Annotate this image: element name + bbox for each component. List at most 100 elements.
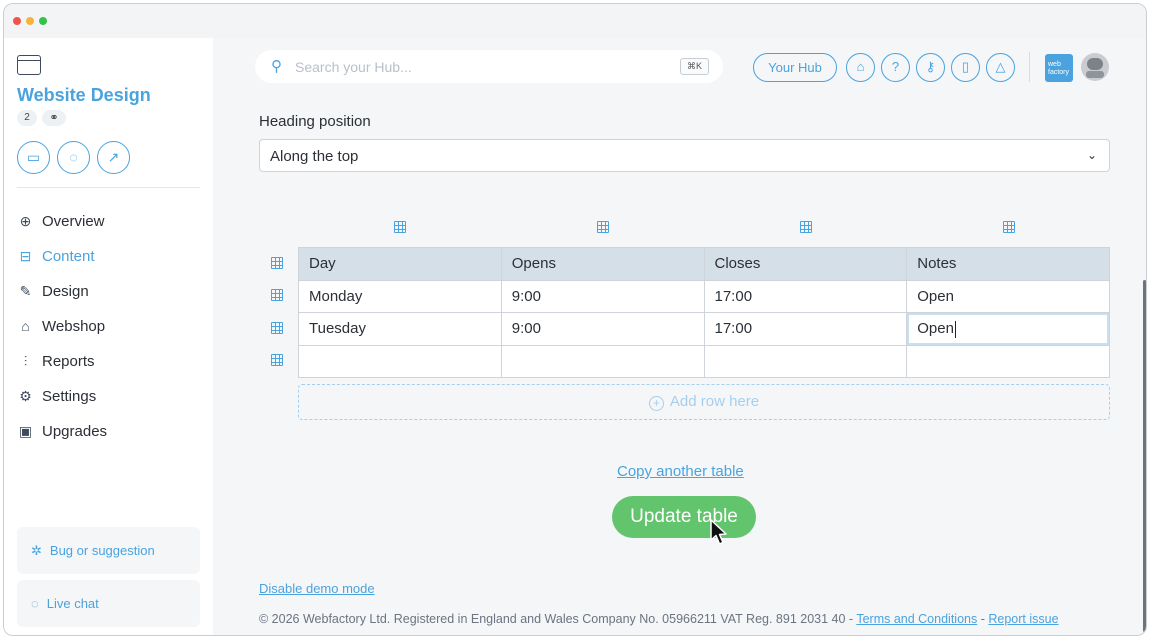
toolbar-divider xyxy=(1029,52,1030,82)
cell-text: Open xyxy=(917,319,954,337)
table-header-cell[interactable]: Day xyxy=(298,247,502,281)
webfactory-logo[interactable]: web factory xyxy=(1045,54,1073,82)
table-cell[interactable]: 9:00 xyxy=(500,312,705,346)
scrollbar[interactable] xyxy=(1143,280,1146,632)
title-bar xyxy=(4,4,1146,38)
sidebar-item-label: Upgrades xyxy=(42,422,108,440)
table-row xyxy=(298,344,1110,378)
row-handle-icon[interactable] xyxy=(271,322,285,336)
search-bar[interactable]: ⚲ ⌘K xyxy=(255,50,723,83)
table-cell[interactable] xyxy=(906,344,1110,378)
sidebar-item-reports[interactable]: ⫶ Reports xyxy=(17,350,95,372)
globe-icon: ⊕ xyxy=(19,212,32,229)
search-icon: ⚲ xyxy=(271,58,282,75)
maximize-window-button[interactable] xyxy=(39,17,47,25)
sidebar-item-label: Overview xyxy=(42,212,105,230)
column-handle-icon[interactable] xyxy=(394,221,408,235)
add-row-label: Add row here xyxy=(669,393,760,410)
opening-hours-table: Day Opens Closes Notes Monday 9:00 17:00… xyxy=(298,247,1110,378)
link-icon[interactable]: ⚭ xyxy=(42,110,66,126)
sidebar-item-label: Design xyxy=(42,282,89,300)
table-cell[interactable] xyxy=(703,344,908,378)
sidebar-item-overview[interactable]: ⊕ Overview xyxy=(17,210,105,232)
column-handle-icon[interactable] xyxy=(800,221,814,235)
sidebar-item-label: Content xyxy=(42,247,95,265)
table-header-cell[interactable]: Opens xyxy=(500,247,705,281)
table-cell[interactable]: 17:00 xyxy=(703,279,908,313)
folder-icon: ▭ xyxy=(26,149,41,165)
bug-report-label: Bug or suggestion xyxy=(49,543,155,558)
design-icon: ✎ xyxy=(19,282,32,299)
table-cell[interactable] xyxy=(298,344,502,378)
search-input[interactable] xyxy=(295,56,665,77)
mouse-pointer-icon xyxy=(710,519,727,545)
copy-table-link[interactable]: Copy another table xyxy=(617,463,744,480)
sidebar: Website Design 2 ⚭ ▭ ◌ ↗ ⊕ Overview ⊟ Co… xyxy=(4,38,213,635)
text-caret xyxy=(954,320,956,338)
sidebar-item-webshop[interactable]: ⌂ Webshop xyxy=(17,315,105,337)
table-cell[interactable]: Monday xyxy=(298,279,502,313)
gear-icon: ⚙ xyxy=(19,387,32,404)
column-handle-icon[interactable] xyxy=(1003,221,1017,235)
key-button[interactable]: ⚷ xyxy=(916,53,945,82)
sidebar-item-upgrades[interactable]: ▣ Upgrades xyxy=(17,420,107,442)
site-title: Website Design xyxy=(17,85,151,105)
report-issue-link[interactable]: Report issue xyxy=(988,612,1058,626)
user-avatar[interactable] xyxy=(1081,53,1109,81)
row-handle-icon[interactable] xyxy=(271,354,285,368)
row-handle-icon[interactable] xyxy=(271,289,285,303)
table-cell-editing[interactable]: Open xyxy=(906,312,1110,346)
table-cell[interactable]: Tuesday xyxy=(298,312,502,346)
plus-circle-icon: + xyxy=(648,396,664,411)
sidebar-item-design[interactable]: ✎ Design xyxy=(17,280,89,302)
bookmark-button[interactable]: ▯ xyxy=(951,53,980,82)
live-chat-label: Live chat xyxy=(46,596,99,611)
terms-link[interactable]: Terms and Conditions xyxy=(856,612,977,626)
app-window: Website Design 2 ⚭ ▭ ◌ ↗ ⊕ Overview ⊟ Co… xyxy=(3,3,1147,636)
heading-position-value: Along the top xyxy=(270,148,359,165)
close-window-button[interactable] xyxy=(13,17,21,25)
live-chat-button[interactable]: ◌ Live chat xyxy=(17,580,200,627)
count-badge: 2 xyxy=(17,110,37,126)
shop-button[interactable]: ⌂ xyxy=(846,53,875,82)
help-button[interactable]: ? xyxy=(881,53,910,82)
table-header-cell[interactable]: Notes xyxy=(906,247,1110,281)
sidebar-item-label: Settings xyxy=(42,387,97,405)
table-cell[interactable] xyxy=(500,344,705,378)
chevron-down-icon: ⌄ xyxy=(1086,148,1097,162)
key-icon: ⚷ xyxy=(925,59,936,74)
update-table-button[interactable]: Update table xyxy=(612,496,756,538)
table-cell[interactable]: 9:00 xyxy=(500,279,705,313)
chat-bubbles-icon: ◌ xyxy=(69,149,78,165)
chat-button[interactable]: ◌ xyxy=(57,141,90,174)
disable-demo-link[interactable]: Disable demo mode xyxy=(259,581,375,596)
heading-position-select[interactable]: Along the top ⌄ xyxy=(259,139,1110,172)
sidebar-item-label: Reports xyxy=(42,352,95,370)
copyright-text: © 2026 Webfactory Ltd. Registered in Eng… xyxy=(259,612,857,626)
minimize-window-button[interactable] xyxy=(26,17,34,25)
column-handle-icon[interactable] xyxy=(597,221,611,235)
external-link-icon: ↗ xyxy=(107,149,120,165)
bug-report-button[interactable]: ✲ Bug or suggestion xyxy=(17,527,200,574)
sidebar-item-label: Webshop xyxy=(42,317,106,335)
sidebar-item-content[interactable]: ⊟ Content xyxy=(17,245,95,267)
sidebar-item-settings[interactable]: ⚙ Settings xyxy=(17,385,96,407)
shortcut-hint: ⌘K xyxy=(679,58,709,75)
notifications-button[interactable]: △ xyxy=(986,53,1015,82)
folder-button[interactable]: ▭ xyxy=(17,141,50,174)
add-row-button[interactable]: + Add row here xyxy=(298,384,1110,420)
basket-icon: ⌂ xyxy=(21,318,30,334)
table-cell[interactable]: 17:00 xyxy=(703,312,908,346)
bug-icon: ✲ xyxy=(31,542,42,558)
table-header-row: Day Opens Closes Notes xyxy=(298,247,1110,281)
bookmark-icon: ▯ xyxy=(961,59,970,74)
open-external-button[interactable]: ↗ xyxy=(97,141,130,174)
table-cell[interactable]: Open xyxy=(906,279,1110,313)
question-icon: ? xyxy=(891,59,900,74)
row-handle-icon[interactable] xyxy=(271,257,285,271)
upgrades-icon: ▣ xyxy=(18,422,33,439)
heading-position-label: Heading position xyxy=(259,113,371,130)
table-header-cell[interactable]: Closes xyxy=(703,247,908,281)
main-content: ⚲ ⌘K Your Hub ⌂ ? ⚷ ▯ △ web factory Head… xyxy=(213,38,1146,635)
your-hub-button[interactable]: Your Hub xyxy=(753,53,837,82)
